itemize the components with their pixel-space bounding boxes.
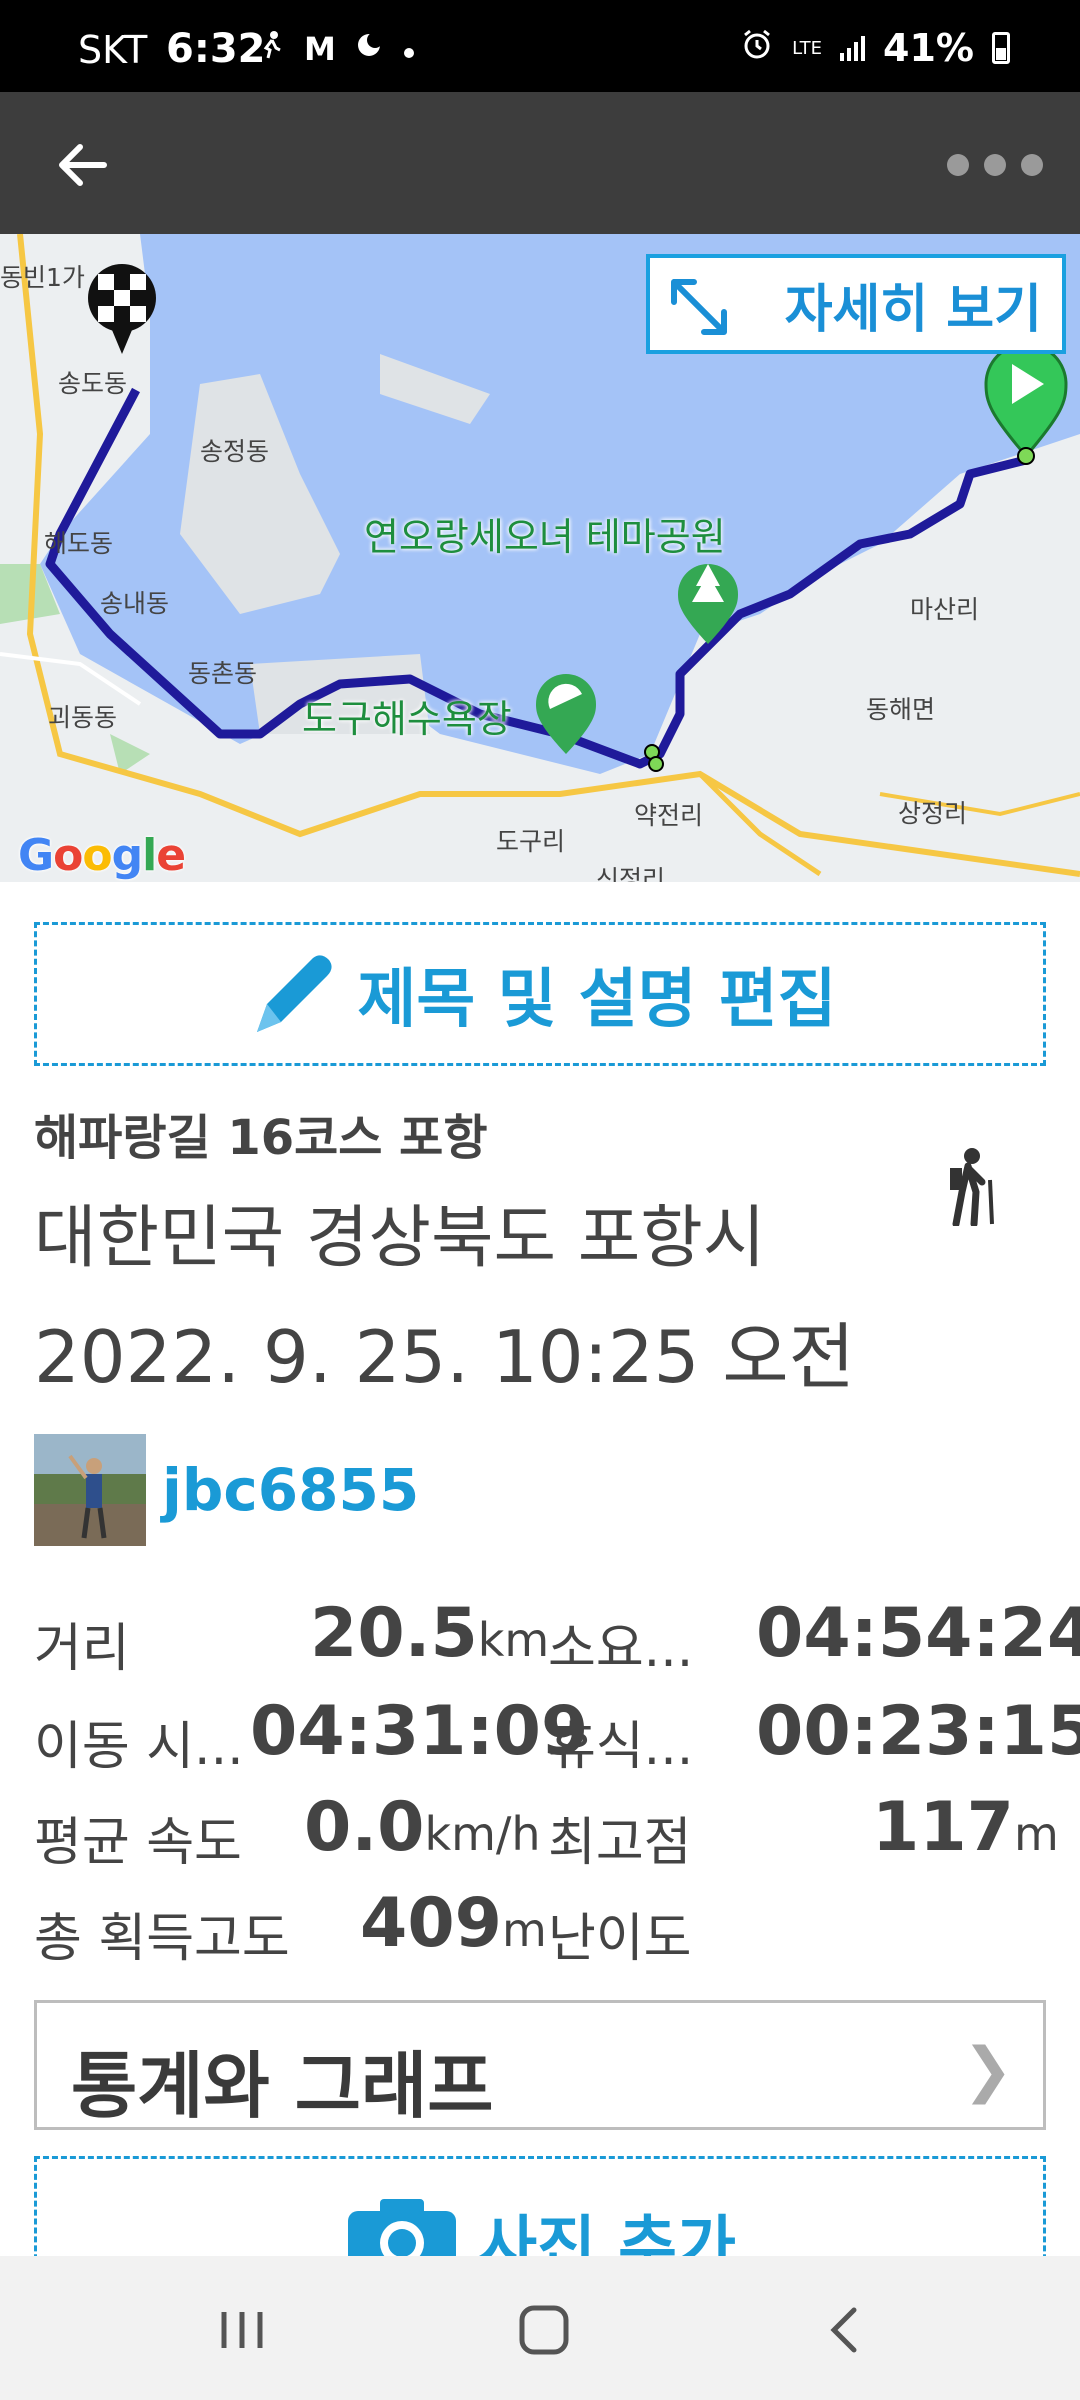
rest-time-label: 휴식... [548, 1717, 694, 1777]
max-altitude-label: 최고점 [548, 1813, 692, 1873]
elevation-gain-stat: 409m [360, 1884, 547, 1963]
course-datetime: 2022. 9. 25. 10:25 오전 [34, 1315, 855, 1399]
course-location: 대한민국 경상북도 포항시 [34, 1199, 766, 1278]
duration-label: 소요... [548, 1619, 694, 1679]
more-options-icon[interactable] [940, 132, 1050, 198]
app-bar [0, 92, 1080, 234]
map-label: 괴동동 [48, 703, 118, 732]
avg-speed-unit: km/h [424, 1807, 541, 1861]
map-label: 동촌동 [188, 659, 258, 688]
google-logo: Google [18, 830, 186, 881]
username-link[interactable]: jbc6855 [162, 1456, 419, 1524]
back-nav-icon[interactable] [806, 2298, 886, 2362]
map-label: 약전리 [634, 801, 704, 830]
edit-title-description-button[interactable]: 제목 및 설명 편집 [34, 922, 1046, 1066]
dot [1020, 154, 1043, 176]
avg-speed-value: 0.0 [304, 1788, 425, 1867]
walking-icon [256, 30, 286, 68]
carrier-label: SKT [78, 28, 148, 72]
statistics-graph-button[interactable]: 통계와 그래프 ❯ [34, 2000, 1046, 2130]
max-altitude-stat: 117m [872, 1788, 1059, 1867]
chevron-right-icon: ❯ [962, 2035, 1013, 2105]
avg-speed-label: 평균 속도 [34, 1813, 242, 1873]
avatar[interactable] [34, 1434, 146, 1546]
clock: 6:32 [166, 26, 266, 72]
distance-stat: 20.5km [310, 1594, 549, 1673]
dot [947, 154, 970, 176]
battery-icon [992, 32, 1010, 64]
edit-label: 제목 및 설명 편집 [357, 963, 837, 1037]
course-title: 해파랑길 16코스 포항 [34, 1110, 488, 1166]
notification-icons: M [256, 30, 416, 68]
max-altitude-unit: m [1013, 1807, 1059, 1861]
elevation-gain-label: 총 획득고도 [34, 1909, 290, 1969]
lte-label: LTE [792, 37, 823, 59]
map-label: 동빈1가 [0, 263, 85, 292]
map-label: 상정리 [898, 799, 968, 828]
map-label: 해도동 [44, 529, 114, 558]
status-bar: SKT 6:32 M LTE 41% [0, 0, 1080, 92]
elevation-gain-unit: m [501, 1903, 547, 1957]
duration-value: 04:54:24 [756, 1594, 1080, 1673]
map-label: 마산리 [910, 595, 980, 624]
pencil-icon [257, 955, 333, 1032]
map-poi-label: 연오랑세오녀 테마공원 [364, 515, 726, 559]
view-details-label: 자세히 보기 [784, 279, 1042, 340]
distance-value: 20.5 [310, 1594, 478, 1673]
elevation-gain-value: 409 [360, 1884, 502, 1963]
expand-icon [671, 279, 727, 335]
alarm-icon [740, 26, 774, 70]
rest-time-value: 00:23:15 [756, 1692, 1080, 1771]
distance-unit: km [477, 1613, 550, 1667]
difficulty-label: 난이도 [548, 1909, 692, 1969]
map-label: 송내동 [100, 589, 170, 618]
avg-speed-stat: 0.0km/h [304, 1788, 541, 1867]
moving-time-label: 이동 시... [34, 1717, 244, 1777]
moon-icon [354, 30, 384, 68]
signal-icon [840, 35, 866, 61]
distance-label: 거리 [34, 1619, 130, 1679]
dot-icon [402, 30, 416, 68]
map-poi-label: 도구해수욕장 [302, 697, 512, 741]
map-label: 송도동 [58, 369, 128, 398]
battery-percent: 41% [883, 26, 974, 70]
route-map[interactable]: 동빈1가 송도동 송정동 해도동 송내동 동촌동 괴동동 마산리 동해면 상정리… [0, 234, 1080, 882]
moving-time-value: 04:31:09 [250, 1692, 589, 1771]
dot [983, 154, 1006, 176]
back-arrow-icon[interactable] [50, 132, 116, 198]
home-icon[interactable] [504, 2298, 584, 2362]
status-right: LTE 41% [740, 26, 1010, 70]
map-label: 송정동 [200, 437, 270, 466]
map-label: 신정리 [596, 865, 666, 882]
system-nav-bar [0, 2256, 1080, 2400]
max-altitude-value: 117 [872, 1788, 1014, 1867]
map-label: 도구리 [496, 827, 566, 856]
m-notification-icon: M [304, 30, 336, 68]
map-label: 동해면 [866, 695, 936, 724]
recent-apps-icon[interactable] [202, 2298, 282, 2362]
hiking-icon [942, 1146, 1006, 1228]
statistics-label: 통계와 그래프 [71, 2044, 494, 2128]
view-details-button[interactable]: 자세히 보기 [646, 254, 1066, 354]
